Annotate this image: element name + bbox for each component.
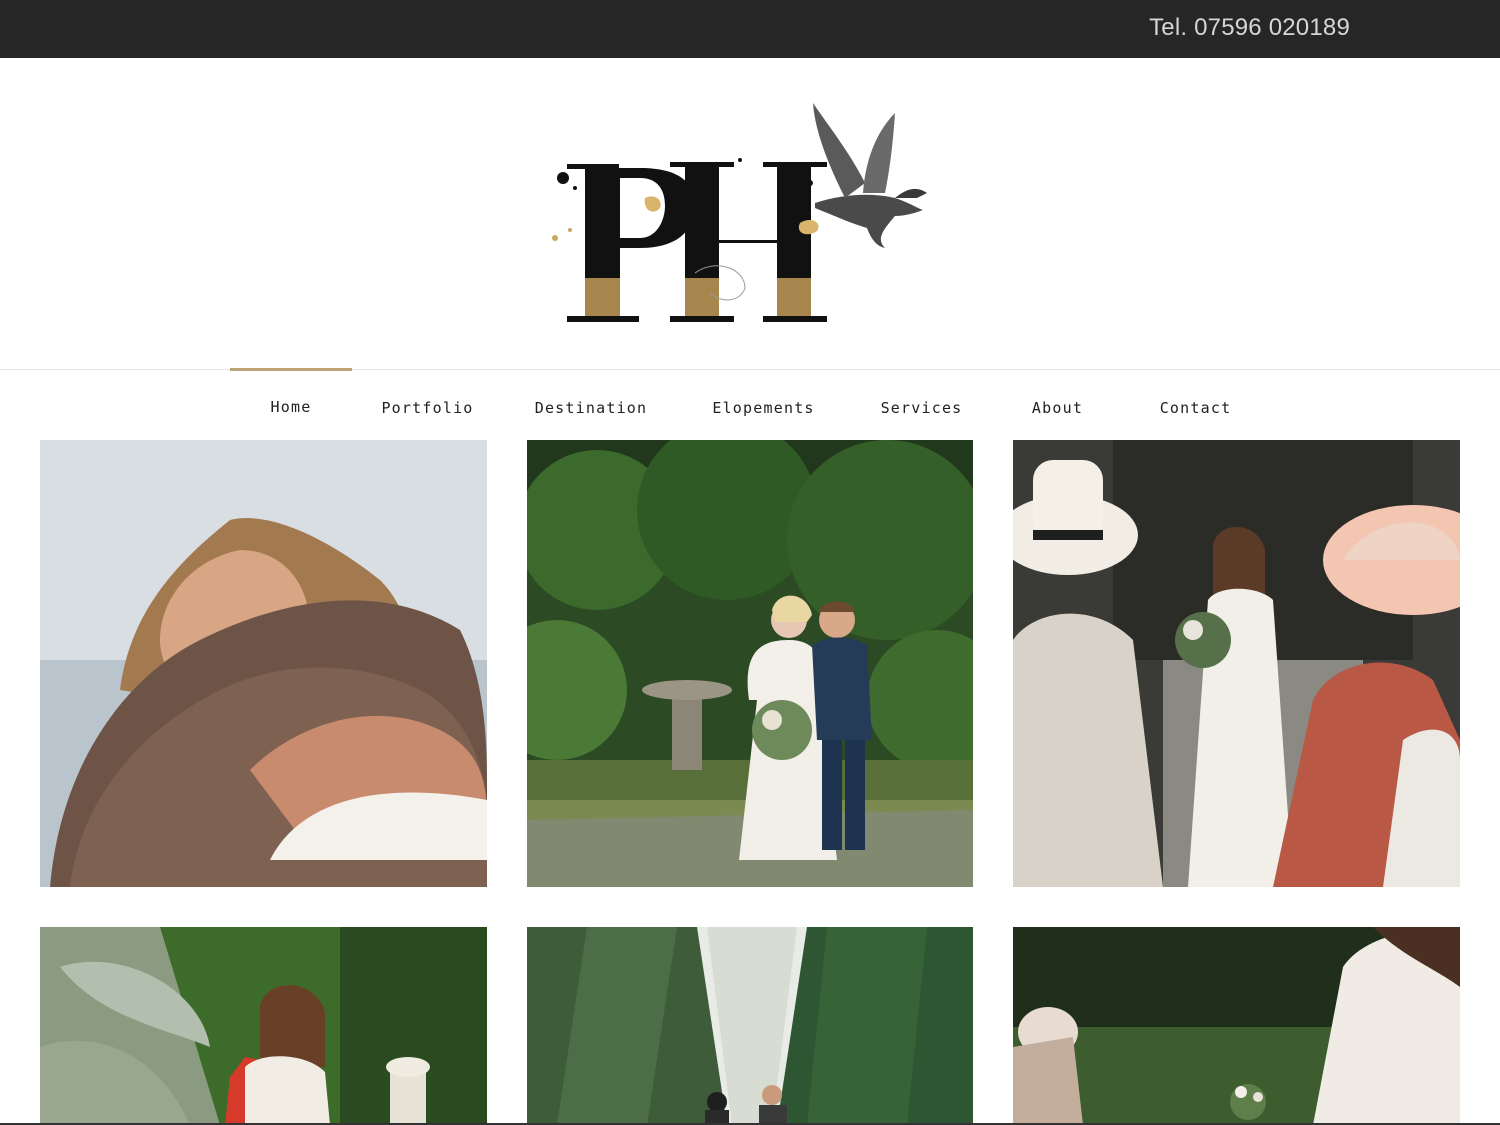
nav-item-about[interactable]: About — [1015, 370, 1100, 441]
nav-item-services[interactable]: Services — [870, 370, 973, 441]
nav-item-contact[interactable]: Contact — [1143, 370, 1248, 441]
nav-item-home[interactable]: Home — [230, 368, 352, 439]
nav-item-elopements[interactable]: Elopements — [700, 370, 827, 441]
top-bar: Tel. 07596 020189 — [0, 0, 1500, 58]
logo-letter-p — [567, 164, 695, 322]
gallery-photo-embrace[interactable] — [40, 440, 487, 887]
nav-item-portfolio[interactable]: Portfolio — [370, 370, 485, 441]
header — [0, 58, 1500, 369]
logo-letter-h — [670, 162, 827, 322]
gallery-photo-couple-forest[interactable] — [527, 927, 973, 1125]
gallery-photo-lace-dress[interactable] — [1013, 927, 1460, 1125]
phone-number[interactable]: Tel. 07596 020189 — [1149, 14, 1350, 42]
gallery-photo-bride-garden[interactable] — [40, 927, 487, 1125]
gallery-photo-bride-aisle[interactable] — [1013, 440, 1460, 887]
nav-item-destination[interactable]: Destination — [525, 370, 657, 441]
main-nav: Home Portfolio Destination Elopements Se… — [0, 368, 1500, 441]
raven-icon — [813, 103, 927, 248]
gallery-photo-bride-groom-garden[interactable] — [527, 440, 973, 887]
ph-logo[interactable] — [545, 98, 955, 328]
